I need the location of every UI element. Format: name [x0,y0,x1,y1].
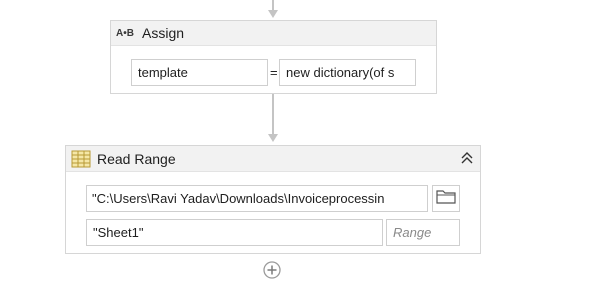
assign-icon: A•B [116,27,134,39]
assign-to-field[interactable]: template [131,59,268,86]
connector-arrow-top [268,10,278,18]
workbook-path-field[interactable]: "C:\Users\Ravi Yadav\Downloads\Invoicepr… [86,185,428,212]
connector-line-middle [272,94,274,134]
read-range-title: Read Range [97,150,176,167]
assign-header[interactable]: A•B Assign [111,21,436,46]
folder-icon [436,188,456,209]
connector-line-top [272,0,274,10]
sheet-name-field[interactable]: "Sheet1" [86,219,383,246]
chevron-double-up-icon[interactable] [459,150,475,166]
assign-equals-sign: = [270,65,278,80]
assign-value-field[interactable]: new dictionary(of s [279,59,416,86]
browse-folder-button[interactable] [432,185,460,212]
read-range-header[interactable]: Read Range [66,146,480,172]
range-field[interactable]: Range [386,219,460,246]
add-circle-icon [263,261,281,283]
assign-title: Assign [142,25,185,41]
spreadsheet-icon [71,150,91,168]
add-activity-button[interactable] [263,261,281,279]
read-range-activity[interactable]: Read Range "C:\Users\Ravi Yadav\Download… [65,145,481,254]
connector-arrow-middle [268,134,278,142]
assign-activity[interactable]: A•B Assign template = new dictionary(of … [110,20,437,94]
